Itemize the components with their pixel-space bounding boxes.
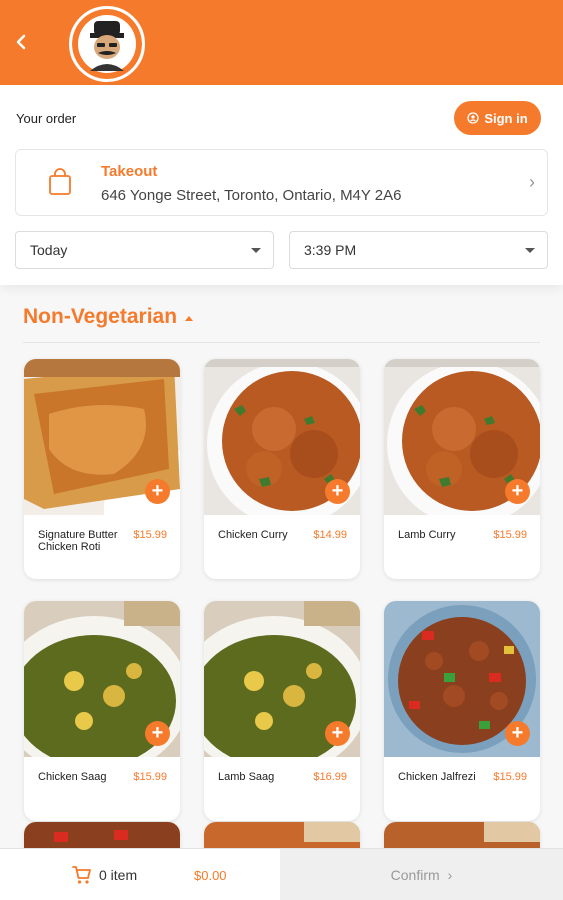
section-divider: [23, 342, 540, 343]
menu-item-card[interactable]: + Chicken Curry $14.99: [204, 359, 360, 579]
dish-price: $16.99: [313, 771, 347, 783]
category-toggle-non-vegetarian[interactable]: Non-Vegetarian: [23, 305, 194, 329]
time-select[interactable]: 3:39 PM: [289, 231, 548, 269]
dish-price: $15.99: [133, 529, 167, 541]
cart-item-count: 0 item: [99, 867, 138, 883]
chevron-left-icon: [16, 34, 26, 50]
menu-item-card[interactable]: + Chicken Saag $15.99: [24, 601, 180, 821]
chevron-right-icon: ›: [529, 172, 535, 192]
takeout-title: Takeout: [101, 163, 158, 180]
cart-bar: 0 item $0.00 Confirm ›: [0, 848, 563, 900]
takeout-address: 646 Yonge Street, Toronto, Ontario, M4Y …: [101, 187, 402, 204]
takeout-selector[interactable]: Takeout 646 Yonge Street, Toronto, Ontar…: [15, 149, 548, 216]
back-button[interactable]: [10, 30, 34, 54]
date-value: Today: [30, 242, 68, 258]
menu-item-card[interactable]: + Signature Butter Chicken Roti $15.99: [24, 359, 180, 579]
add-to-cart-button[interactable]: +: [145, 721, 170, 746]
date-select[interactable]: Today: [15, 231, 274, 269]
caret-down-icon: [251, 248, 261, 253]
chevron-right-icon: ›: [447, 867, 453, 883]
dish-price: $15.99: [133, 771, 167, 783]
menu-item-card[interactable]: + Chicken Jalfrezi $15.99: [384, 601, 540, 821]
dish-name: Lamb Saag: [218, 771, 275, 783]
add-to-cart-button[interactable]: +: [505, 479, 530, 504]
add-to-cart-button[interactable]: +: [145, 479, 170, 504]
time-value: 3:39 PM: [304, 242, 357, 258]
header-bar: [0, 0, 563, 85]
menu-item-card[interactable]: + Lamb Saag $16.99: [204, 601, 360, 821]
order-panel: Your order Sign in Takeout 646 Yonge Str…: [0, 85, 563, 285]
confirm-button[interactable]: Confirm ›: [280, 849, 563, 900]
dish-name: Lamb Curry: [398, 529, 456, 541]
category-title: Non-Vegetarian: [23, 305, 178, 328]
cart-total: $0.00: [194, 868, 227, 883]
add-to-cart-button[interactable]: +: [505, 721, 530, 746]
caret-down-icon: [525, 248, 535, 253]
restaurant-logo: [69, 6, 145, 82]
caret-up-icon: [185, 315, 194, 321]
dish-price: $15.99: [493, 771, 527, 783]
dish-name: Signature Butter Chicken Roti: [38, 529, 118, 553]
dish-name: Chicken Saag: [38, 771, 107, 783]
menu-item-card[interactable]: + Lamb Curry $15.99: [384, 359, 540, 579]
sign-in-label: Sign in: [484, 110, 528, 126]
dish-name: Chicken Curry: [218, 529, 288, 541]
shopping-bag-icon: [49, 168, 71, 195]
your-order-label: Your order: [16, 111, 77, 126]
sign-in-button[interactable]: Sign in: [454, 101, 541, 135]
add-to-cart-button[interactable]: +: [325, 479, 350, 504]
user-circle-icon: [467, 112, 479, 124]
dish-price: $15.99: [493, 529, 527, 541]
confirm-label: Confirm: [390, 867, 440, 883]
dish-name: Chicken Jalfrezi: [398, 771, 476, 783]
add-to-cart-button[interactable]: +: [325, 721, 350, 746]
shopping-cart-icon: [72, 866, 91, 884]
dish-price: $14.99: [313, 529, 347, 541]
